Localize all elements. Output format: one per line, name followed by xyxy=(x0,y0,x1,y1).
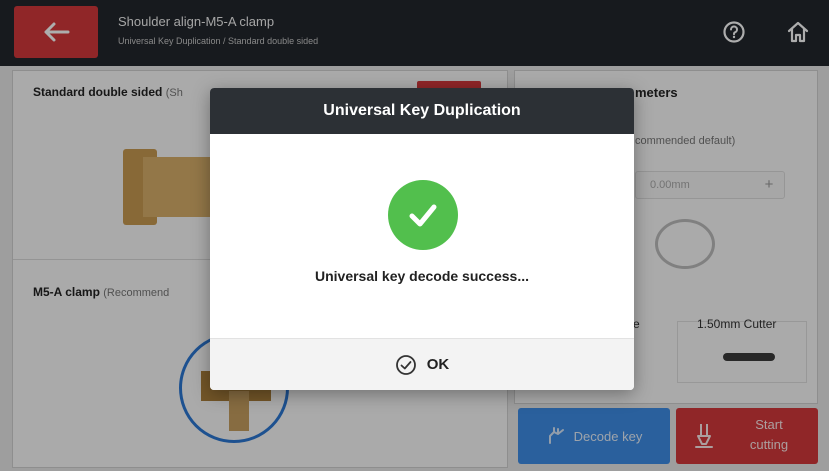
key-duplication-screen: Shoulder align-M5-A clamp Universal Key … xyxy=(0,0,829,471)
check-circle-icon xyxy=(395,354,416,375)
dialog-message: Universal key decode success... xyxy=(314,268,529,284)
success-badge xyxy=(388,180,458,250)
check-icon xyxy=(409,204,437,227)
ok-button[interactable]: OK xyxy=(210,338,634,390)
decode-success-dialog: Universal Key Duplication Universal key … xyxy=(210,88,634,390)
ok-button-label: OK xyxy=(426,356,450,373)
dialog-title: Universal Key Duplication xyxy=(210,88,634,134)
